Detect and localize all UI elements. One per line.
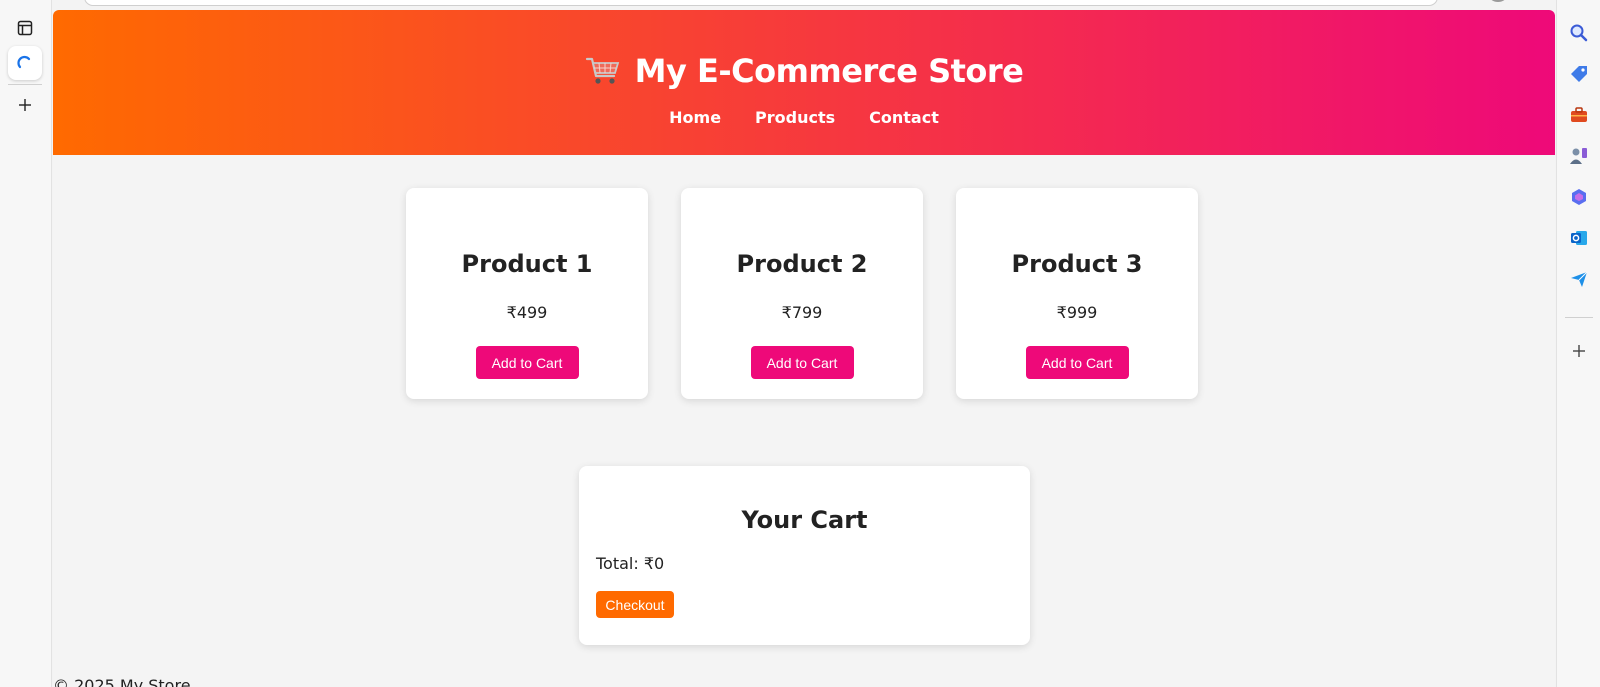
product-price: ₹799 bbox=[781, 303, 823, 322]
sidebar-divider bbox=[1565, 317, 1593, 318]
cart-total: Total: ₹0 bbox=[596, 554, 665, 573]
address-bar[interactable] bbox=[84, 0, 1438, 6]
tab-actions-icon[interactable] bbox=[8, 11, 42, 45]
product-card: Product 2 ₹799 Add to Cart bbox=[681, 188, 923, 399]
rail-divider bbox=[8, 84, 42, 85]
nav-contact[interactable]: Contact bbox=[869, 108, 939, 127]
product-price: ₹499 bbox=[506, 303, 548, 322]
browser-sidebar bbox=[1556, 0, 1600, 687]
nav-home[interactable]: Home bbox=[669, 108, 721, 127]
product-name: Product 1 bbox=[461, 250, 593, 278]
cart-panel: Your Cart Total: ₹0 Checkout bbox=[579, 466, 1030, 645]
send-icon[interactable] bbox=[1566, 266, 1592, 292]
shopping-tag-icon[interactable] bbox=[1566, 61, 1592, 87]
copilot-icon[interactable] bbox=[1566, 184, 1592, 210]
add-icon[interactable] bbox=[1566, 338, 1592, 364]
active-tab-favicon[interactable] bbox=[8, 46, 42, 80]
page-viewport: My E-Commerce Store Home Products Contac… bbox=[53, 10, 1555, 687]
new-tab-icon[interactable] bbox=[8, 88, 42, 122]
add-to-cart-button[interactable]: Add to Cart bbox=[1025, 346, 1129, 379]
site-title: My E-Commerce Store bbox=[53, 10, 1555, 90]
store-name: My E-Commerce Store bbox=[634, 52, 1024, 90]
product-price: ₹999 bbox=[1056, 303, 1098, 322]
checkout-button[interactable]: Checkout bbox=[596, 591, 674, 618]
shopping-cart-icon bbox=[585, 57, 619, 84]
add-to-cart-button[interactable]: Add to Cart bbox=[750, 346, 854, 379]
nav-products[interactable]: Products bbox=[755, 108, 835, 127]
product-list: Product 1 ₹499 Add to Cart Product 2 ₹79… bbox=[53, 188, 1555, 399]
add-to-cart-button[interactable]: Add to Cart bbox=[475, 346, 579, 379]
product-name: Product 3 bbox=[1011, 250, 1143, 278]
profile-icon[interactable] bbox=[1490, 0, 1506, 2]
product-card: Product 3 ₹999 Add to Cart bbox=[956, 188, 1198, 399]
footer-copyright: © 2025 My Store bbox=[53, 676, 191, 687]
games-icon[interactable] bbox=[1566, 143, 1592, 169]
toolbox-icon[interactable] bbox=[1566, 102, 1592, 128]
vertical-tab-strip bbox=[0, 0, 52, 687]
product-name: Product 2 bbox=[736, 250, 868, 278]
main-nav: Home Products Contact bbox=[53, 108, 1555, 127]
product-card: Product 1 ₹499 Add to Cart bbox=[406, 188, 648, 399]
cart-title: Your Cart bbox=[741, 506, 868, 534]
outlook-icon[interactable] bbox=[1566, 225, 1592, 251]
search-icon[interactable] bbox=[1566, 20, 1592, 46]
site-header: My E-Commerce Store Home Products Contac… bbox=[53, 10, 1555, 155]
